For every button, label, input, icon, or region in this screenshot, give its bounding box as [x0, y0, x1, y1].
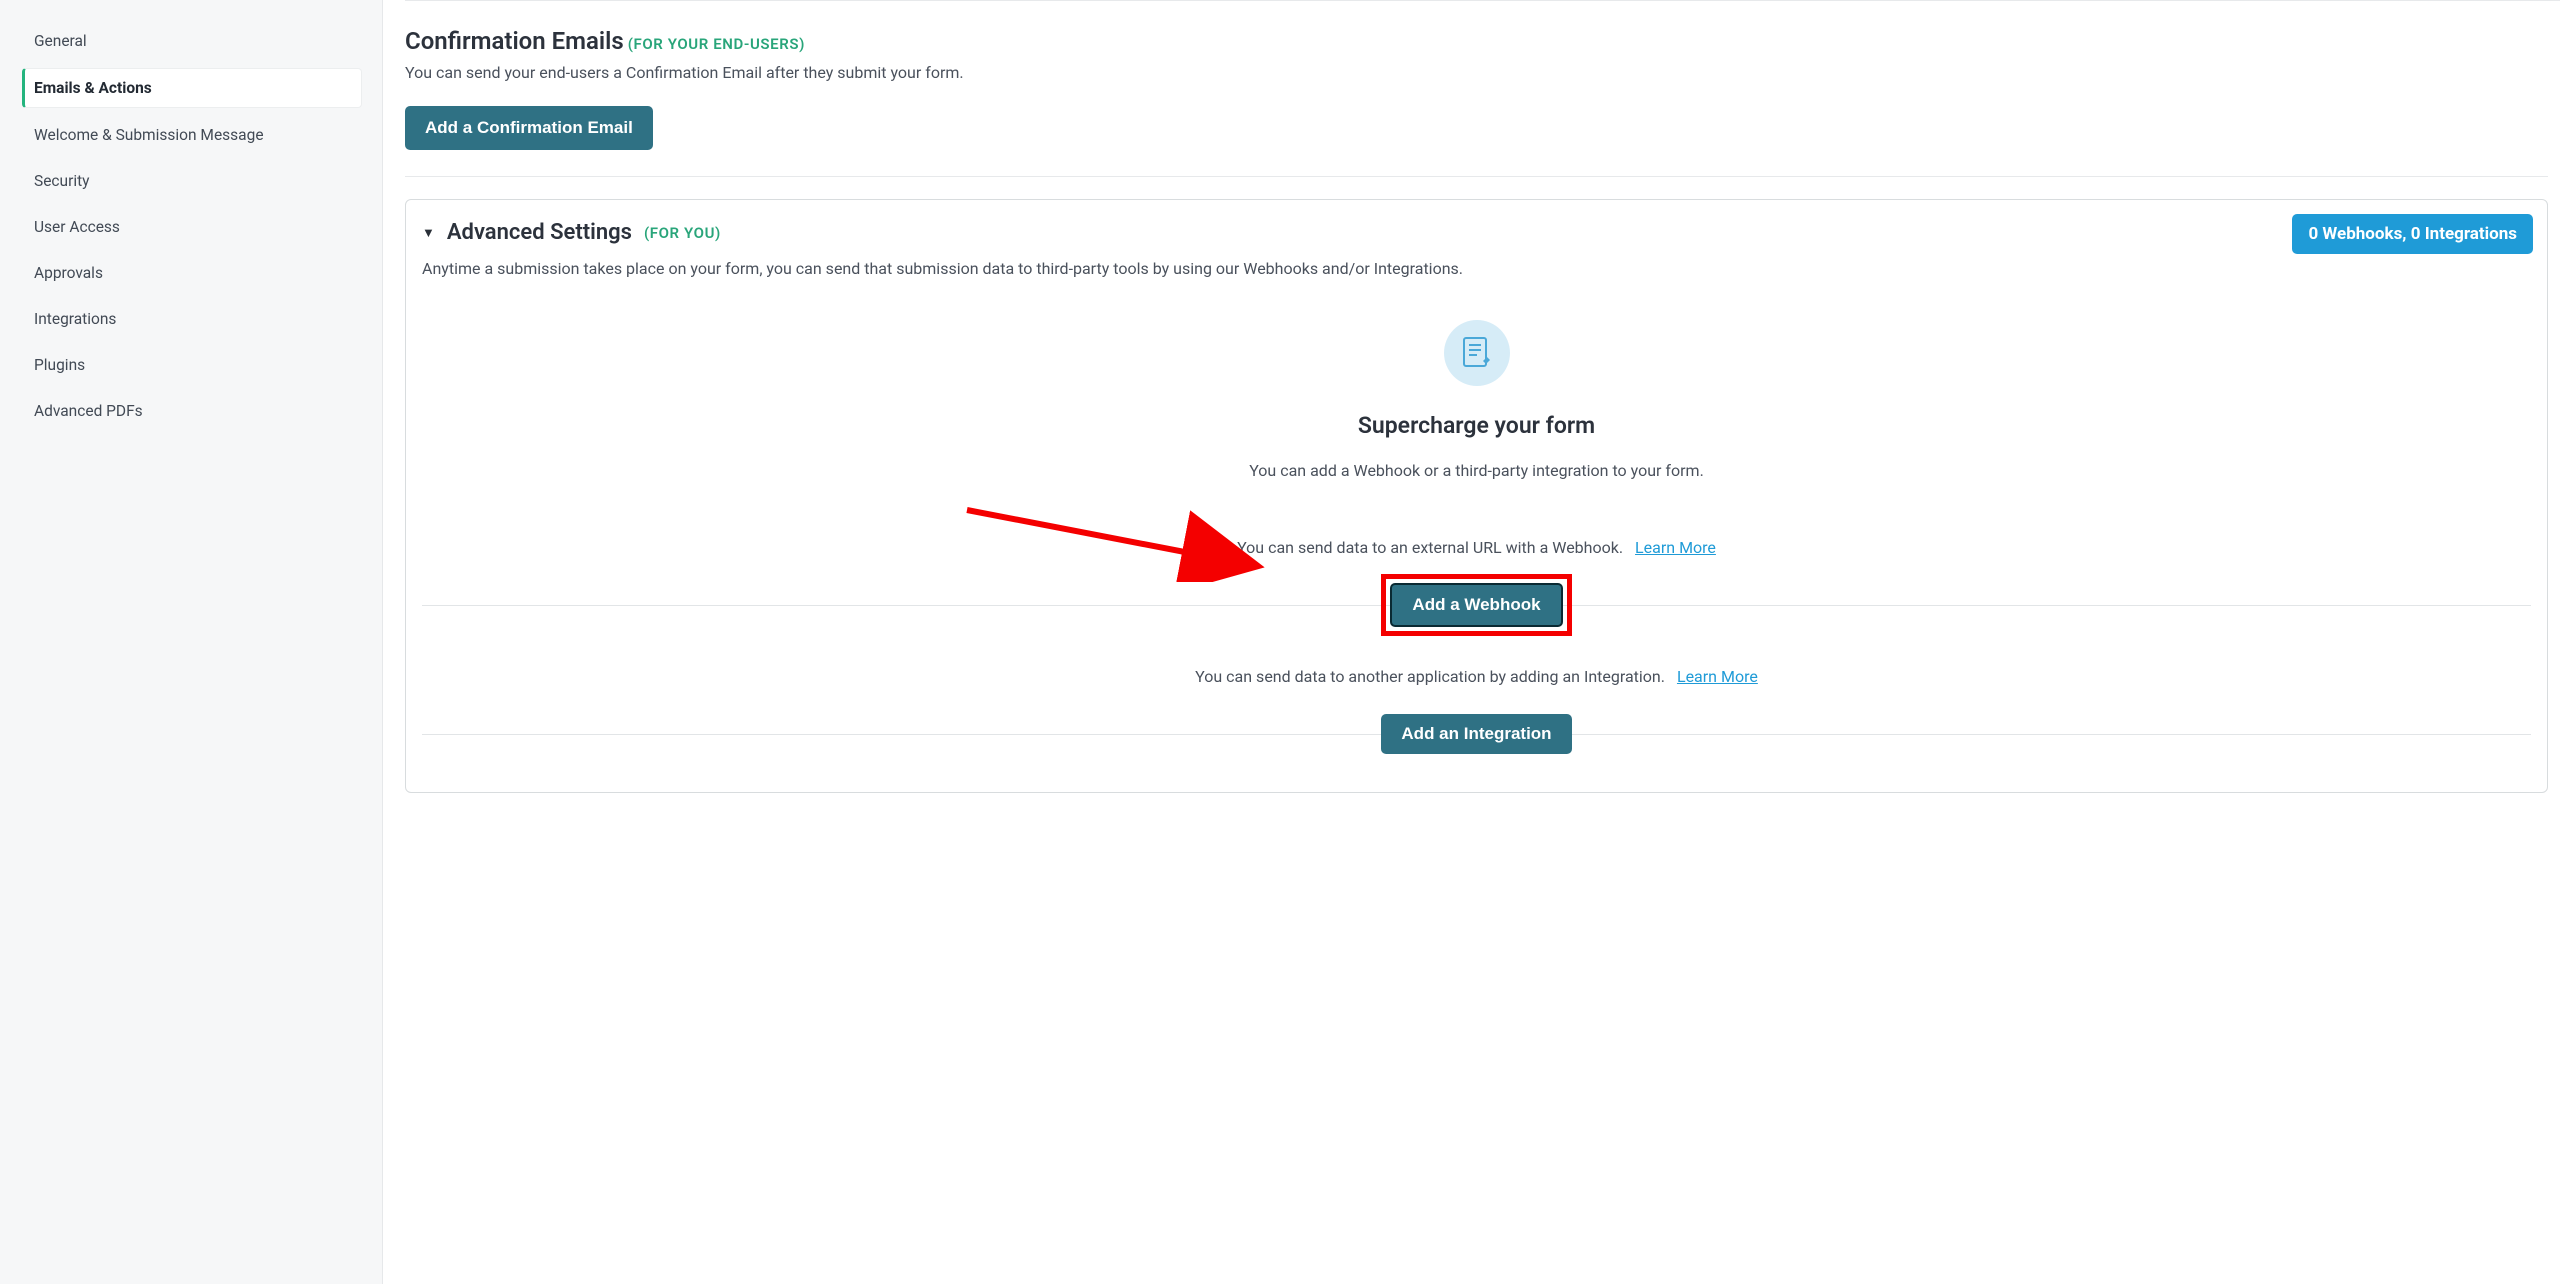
- add-integration-button[interactable]: Add an Integration: [1381, 714, 1571, 754]
- main-content: Confirmation Emails (For your end-users)…: [383, 0, 2560, 1284]
- supercharge-description: You can add a Webhook or a third-party i…: [422, 461, 2531, 480]
- advanced-description: Anytime a submission takes place on your…: [422, 259, 2531, 278]
- sidebar-item-general[interactable]: General: [22, 22, 362, 60]
- learn-more-webhook-link[interactable]: Learn More: [1635, 538, 1716, 557]
- advanced-title: Advanced Settings: [447, 220, 632, 245]
- integration-help-text: You can send data to another application…: [422, 667, 2531, 686]
- learn-more-integration-link[interactable]: Learn More: [1677, 667, 1758, 686]
- sidebar-item-approvals[interactable]: Approvals: [22, 254, 362, 292]
- webhooks-integrations-badge[interactable]: 0 Webhooks, 0 Integrations: [2292, 214, 2533, 254]
- add-webhook-button[interactable]: Add a Webhook: [1390, 583, 1562, 627]
- add-confirmation-email-button[interactable]: Add a Confirmation Email: [405, 106, 653, 150]
- confirmation-emails-section: Confirmation Emails (For your end-users)…: [405, 27, 2560, 177]
- sidebar-item-security[interactable]: Security: [22, 162, 362, 200]
- sidebar-item-plugins[interactable]: Plugins: [22, 346, 362, 384]
- section-description: You can send your end-users a Confirmati…: [405, 63, 2548, 82]
- settings-sidebar: General Emails & Actions Welcome & Submi…: [0, 0, 383, 1284]
- sidebar-item-advanced-pdfs[interactable]: Advanced PDFs: [22, 392, 362, 430]
- collapse-caret-icon[interactable]: ▼: [422, 225, 435, 241]
- webhook-help-text: You can send data to an external URL wit…: [422, 538, 2531, 557]
- sidebar-item-integrations[interactable]: Integrations: [22, 300, 362, 338]
- sidebar-item-user-access[interactable]: User Access: [22, 208, 362, 246]
- advanced-for-tag: (For you): [644, 224, 721, 242]
- advanced-settings-card: ▼ Advanced Settings (For you) 0 Webhooks…: [405, 199, 2548, 793]
- supercharge-title: Supercharge your form: [422, 412, 2531, 439]
- section-title: Confirmation Emails: [405, 27, 624, 55]
- sidebar-item-welcome-submission[interactable]: Welcome & Submission Message: [22, 116, 362, 154]
- document-icon: [1444, 320, 1510, 386]
- annotation-highlight: Add a Webhook: [1381, 574, 1571, 636]
- section-for-tag: (For your end-users): [628, 35, 805, 53]
- sidebar-item-emails-actions[interactable]: Emails & Actions: [22, 68, 362, 108]
